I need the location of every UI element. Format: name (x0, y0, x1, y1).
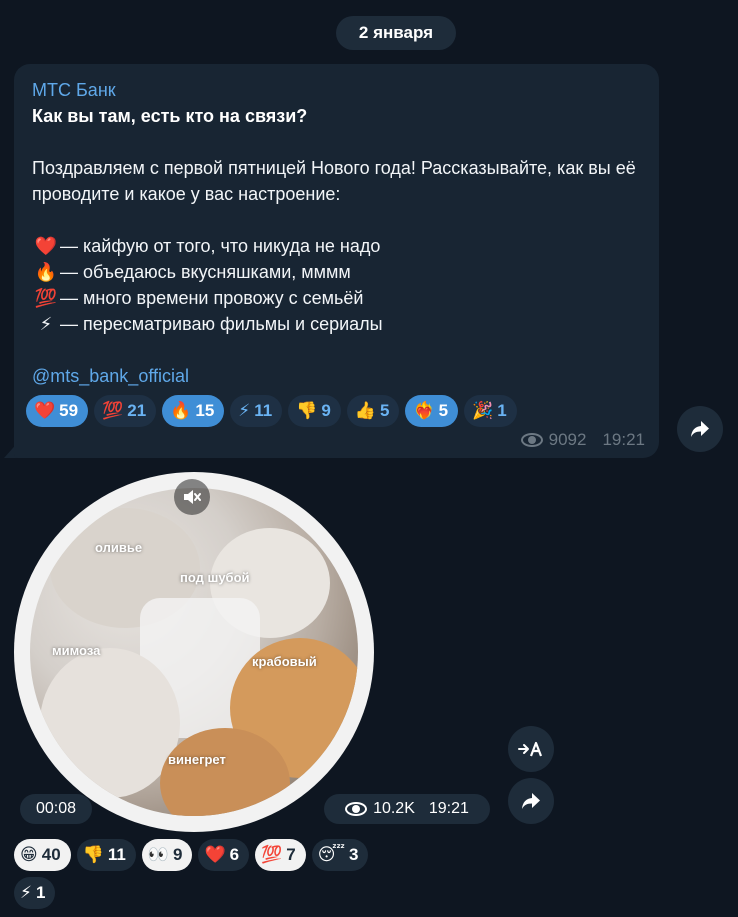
heart-icon: ❤️ (204, 845, 226, 864)
video-frame[interactable]: оливье под шубой мимоза крабовый винегре… (30, 488, 358, 816)
thumbs-down-icon: 👎 (296, 401, 318, 420)
date-separator: 2 января (336, 16, 456, 50)
reaction-party[interactable]: 🎉 1 (464, 395, 517, 427)
reaction-count: 11 (254, 401, 273, 420)
reaction-fire[interactable]: 🔥 15 (162, 395, 225, 427)
reaction-heart-on-fire[interactable]: ❤️‍🔥 5 (405, 395, 459, 427)
reaction-count: 9 (172, 845, 183, 864)
video-label-shuba: под шубой (180, 570, 250, 585)
option-text: — пересматриваю фильмы и сериалы (60, 314, 383, 334)
mute-icon (184, 490, 201, 504)
hundred-icon: 💯 (102, 401, 124, 420)
reaction-hundred[interactable]: 💯 7 (255, 839, 306, 871)
cat-image (40, 648, 180, 798)
option-row: ❤️ — кайфую от того, что никуда не надо (32, 233, 641, 259)
hundred-icon: 💯 (34, 288, 58, 308)
option-row: ⚡ — пересматриваю фильмы и сериалы (32, 311, 641, 337)
reaction-count: 40 (41, 845, 61, 864)
heart-icon: ❤️ (34, 401, 56, 420)
reaction-count: 21 (127, 401, 147, 420)
reaction-count: 1 (35, 883, 46, 902)
reaction-count: 5 (380, 401, 390, 420)
post-reactions: ❤️ 59 💯 21 🔥 15 ⚡ 11 👎 9 👍 5 ❤️‍🔥 5 🎉 (26, 395, 517, 427)
reaction-count: 9 (321, 401, 331, 420)
fire-icon: 🔥 (34, 262, 58, 282)
reaction-grin[interactable]: 😁 40 (14, 839, 71, 871)
reaction-count: 7 (286, 845, 296, 864)
lightning-icon: ⚡ (20, 883, 32, 902)
party-popper-icon: 🎉 (472, 401, 494, 420)
reaction-heart[interactable]: ❤️ 6 (198, 839, 250, 871)
eye-icon (345, 802, 368, 816)
option-text: — кайфую от того, что никуда не надо (60, 236, 381, 256)
grin-icon: 😁 (20, 845, 38, 864)
video-label-krab: крабовый (252, 654, 317, 669)
video-time: 19:21 (428, 800, 469, 817)
post-meta: 9092 19:21 (520, 430, 645, 450)
reaction-thumbs-down[interactable]: 👎 9 (288, 395, 341, 427)
post-title: Как вы там, есть кто на связи? (32, 106, 308, 126)
reaction-count: 11 (107, 845, 126, 864)
reaction-count: 59 (59, 401, 79, 420)
thumbs-down-icon: 👎 (82, 845, 104, 864)
reaction-eyes[interactable]: 👀 9 (141, 839, 193, 871)
heart-icon: ❤️ (34, 236, 58, 256)
reaction-thumbs-down[interactable]: 👎 11 (76, 839, 136, 871)
view-count: 10.2K (373, 800, 415, 817)
option-row: 🔥 — объедаюсь вкусняшками, мммм (32, 259, 641, 285)
reaction-thumbs-up[interactable]: 👍 5 (346, 395, 400, 427)
post-time: 19:21 (602, 430, 645, 449)
reaction-count: 3 (349, 845, 359, 864)
share-button[interactable] (508, 778, 554, 824)
reaction-count: 5 (438, 401, 449, 420)
eyes-icon: 👀 (147, 845, 169, 864)
reaction-hundred[interactable]: 💯 21 (94, 395, 157, 427)
share-icon (691, 421, 709, 437)
translate-button[interactable] (508, 726, 554, 772)
reaction-count: 1 (497, 401, 507, 420)
channel-mention-link[interactable]: @mts_bank_official (32, 363, 641, 389)
video-label-olivie: оливье (95, 540, 143, 555)
sender-name[interactable]: МТС Банк (32, 78, 641, 102)
channel-post-bubble: МТС Банк Как вы там, есть кто на связи? … (14, 64, 659, 458)
share-icon (522, 793, 540, 809)
eye-icon (520, 433, 543, 447)
reaction-sleepy[interactable]: 😴 3 (311, 839, 369, 871)
video-label-vinegret: винегрет (168, 752, 226, 767)
round-video-message[interactable]: оливье под шубой мимоза крабовый винегре… (14, 472, 374, 832)
sleeping-face-icon: 😴 (317, 845, 346, 864)
fire-icon: 🔥 (170, 401, 192, 420)
lightning-icon: ⚡ (39, 314, 53, 334)
thumbs-up-icon: 👍 (354, 401, 377, 420)
post-intro: Поздравляем с первой пятницей Нового год… (32, 158, 636, 204)
video-label-mimoza: мимоза (52, 643, 101, 658)
option-text: — много времени провожу с семьёй (60, 288, 364, 308)
view-count: 9092 (548, 430, 587, 449)
translate-icon (518, 741, 543, 757)
reaction-heart[interactable]: ❤️ 59 (26, 395, 89, 427)
video-duration: 00:08 (20, 794, 92, 824)
hundred-icon: 💯 (261, 845, 283, 864)
reaction-lightning[interactable]: ⚡ 11 (230, 395, 283, 427)
reaction-lightning[interactable]: ⚡ 1 (14, 877, 56, 909)
share-button[interactable] (677, 406, 723, 452)
heart-on-fire-icon: ❤️‍🔥 (413, 401, 435, 420)
reaction-count: 6 (229, 845, 240, 864)
option-text: — объедаюсь вкусняшками, мммм (60, 262, 351, 282)
option-row: 💯 — много времени провожу с семьёй (32, 285, 641, 311)
mute-button[interactable] (174, 479, 210, 515)
reaction-count: 15 (195, 401, 215, 420)
video-meta: 10.2K 19:21 (324, 794, 490, 824)
video-reactions: 😁 40 👎 11 👀 9 ❤️ 6 💯 7 😴 3 ⚡ 1 (14, 839, 374, 909)
lightning-icon: ⚡ (238, 401, 251, 420)
